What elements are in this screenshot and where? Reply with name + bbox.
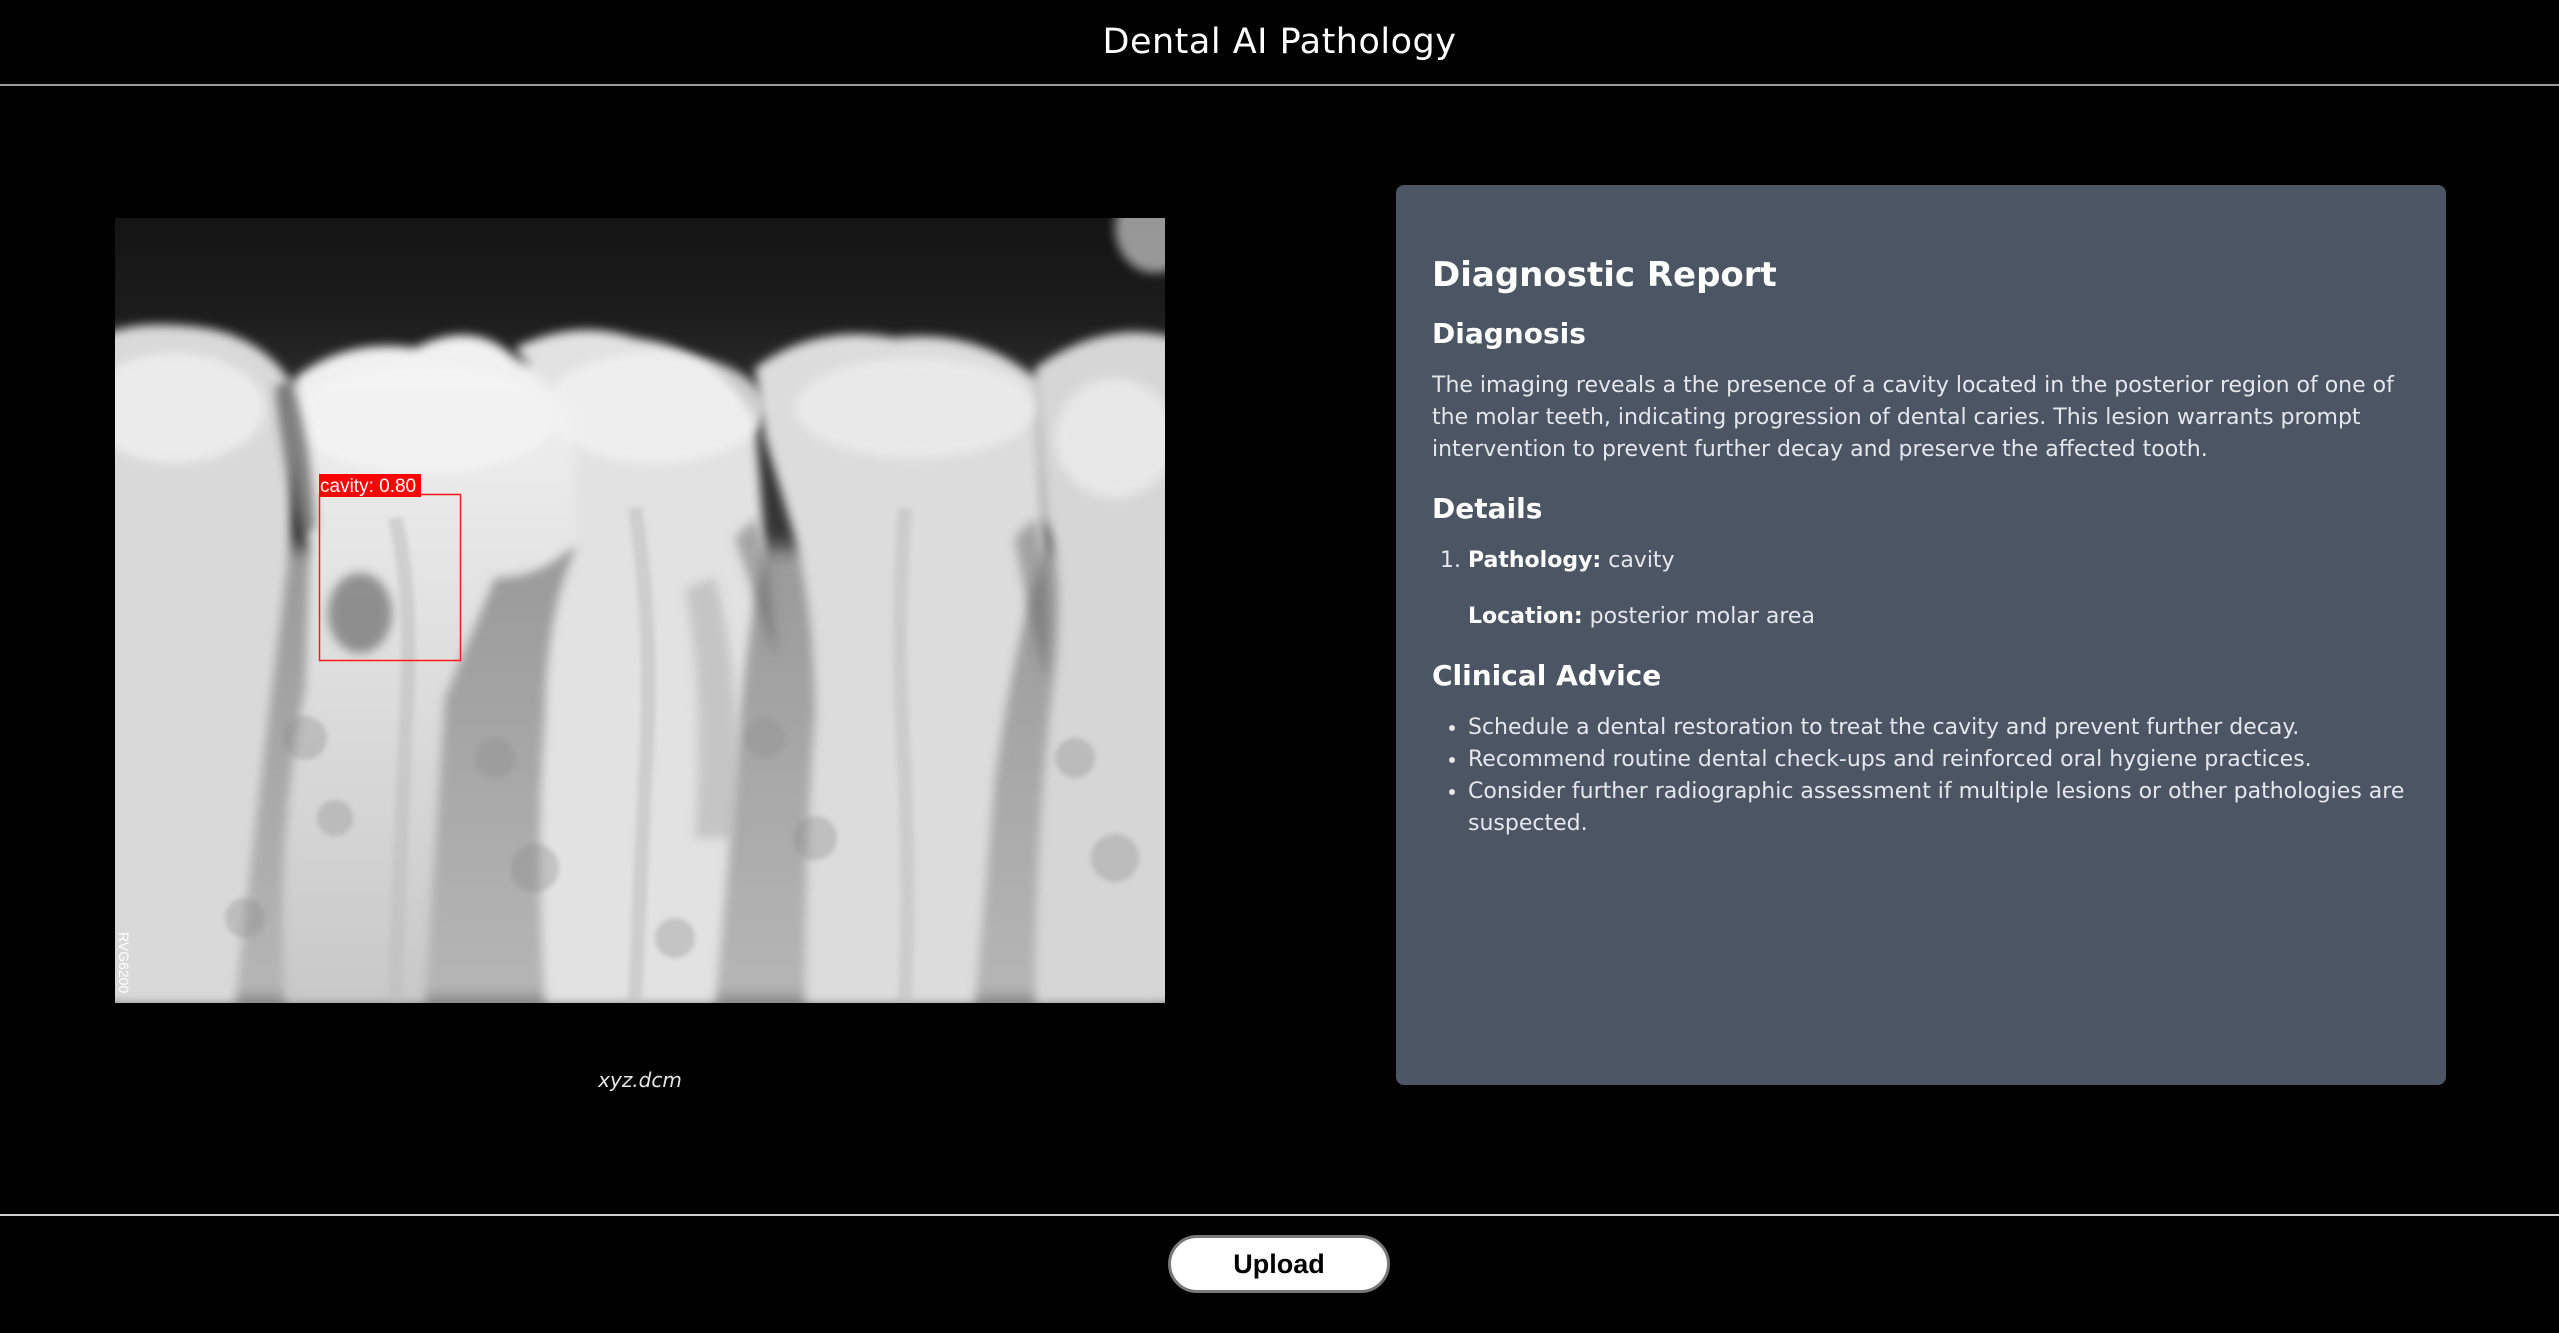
xray-image: cavity: 0.80 RVG6200 (115, 218, 1165, 1003)
location-line: Location: posterior molar area (1468, 601, 2410, 633)
diagnostic-report-card: Diagnostic Report Diagnosis The imaging … (1396, 185, 2446, 1085)
details-item: Pathology: cavity Location: posterior mo… (1468, 545, 2410, 633)
location-value: posterior molar area (1589, 604, 1815, 629)
diagnosis-text: The imaging reveals a the presence of a … (1432, 373, 2394, 462)
advice-item: Recommend routine dental check-ups and r… (1468, 744, 2410, 776)
advice-item: Consider further radiographic assessment… (1468, 776, 2410, 840)
detection-label: cavity: 0.80 (320, 476, 416, 497)
details-heading: Details (1432, 492, 1543, 525)
upload-button[interactable]: Upload (1168, 1235, 1390, 1293)
report-title: Diagnostic Report (1432, 255, 1777, 295)
details-list: Pathology: cavity Location: posterior mo… (1432, 545, 2410, 633)
diagnosis-heading: Diagnosis (1432, 317, 1586, 350)
clinical-advice-heading: Clinical Advice (1432, 659, 1662, 692)
file-name-caption: xyz.dcm (598, 1068, 682, 1092)
pathology-label: Pathology: (1468, 548, 1602, 573)
clinical-advice-list: Schedule a dental restoration to treat t… (1432, 712, 2410, 840)
app-footer: Upload (0, 1214, 2559, 1333)
app-title: Dental AI Pathology (1102, 22, 1457, 62)
app-header: Dental AI Pathology (0, 0, 2559, 86)
sensor-label: RVG6200 (116, 932, 132, 993)
location-label: Location: (1468, 604, 1583, 629)
xray-image-viewer[interactable]: cavity: 0.80 RVG6200 (115, 218, 1165, 1003)
advice-item: Schedule a dental restoration to treat t… (1468, 712, 2410, 744)
pathology-value: cavity (1608, 548, 1675, 573)
